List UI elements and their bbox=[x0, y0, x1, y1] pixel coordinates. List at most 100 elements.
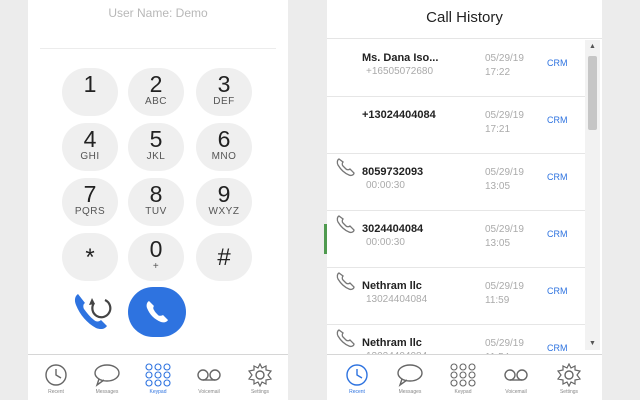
tab-label: Settings bbox=[559, 389, 579, 395]
voicemail-icon bbox=[183, 363, 235, 387]
key-digit: 2 bbox=[149, 71, 163, 97]
tab-label: Recent bbox=[48, 389, 64, 395]
key-digit: 3 bbox=[217, 71, 231, 97]
scroll-up-arrow-icon[interactable]: ▲ bbox=[589, 43, 596, 50]
voicemail-icon bbox=[490, 363, 542, 387]
call-history-title: Call History bbox=[327, 0, 602, 39]
key-4[interactable]: 4 GHI bbox=[62, 123, 118, 171]
key-hash[interactable]: # bbox=[196, 233, 252, 281]
crm-link[interactable]: CRM bbox=[547, 343, 568, 353]
call-timestamp: 05/29/19 11:59 bbox=[485, 280, 524, 308]
keypad-icon bbox=[132, 363, 184, 387]
key-0[interactable]: 0 + bbox=[128, 233, 184, 281]
tab-label: Keypad bbox=[454, 389, 472, 395]
tab-label: Recent bbox=[349, 389, 365, 395]
crm-link[interactable]: CRM bbox=[547, 58, 568, 68]
tab-voicemail[interactable]: Voicemail bbox=[183, 355, 235, 400]
crm-link[interactable]: CRM bbox=[547, 286, 568, 296]
key-2[interactable]: 2 ABC bbox=[128, 68, 184, 116]
call-history-panel: Call History Ms. Dana Iso... +16505072680… bbox=[327, 0, 602, 400]
contact-name: 3024404084 bbox=[362, 223, 424, 235]
key-7[interactable]: 7 PQRS bbox=[62, 178, 118, 226]
key-letters: PQRS bbox=[74, 206, 106, 217]
key-9[interactable]: 9 WXYZ bbox=[196, 178, 252, 226]
key-digit: 7 bbox=[83, 181, 97, 207]
call-date: 05/29/19 bbox=[485, 53, 524, 64]
phone-outline-icon bbox=[336, 272, 355, 291]
contact-name: +13024404084 bbox=[362, 109, 436, 121]
call-time: 13:05 bbox=[485, 238, 511, 249]
crm-link[interactable]: CRM bbox=[547, 115, 568, 125]
key-digit: 4 bbox=[83, 126, 97, 152]
scrollbar[interactable]: ▲ ▼ bbox=[585, 40, 600, 350]
scrollbar-thumb[interactable] bbox=[588, 56, 597, 130]
gear-icon bbox=[543, 363, 595, 387]
key-3[interactable]: 3 DEF bbox=[196, 68, 252, 116]
contact-detail: +16505072680 bbox=[366, 66, 434, 77]
history-row[interactable]: 3024404084 00:00:30 05/29/19 13:05 CRM bbox=[327, 211, 585, 268]
call-time: 17:22 bbox=[485, 67, 511, 78]
key-digit: * bbox=[85, 244, 95, 271]
history-row[interactable]: 8059732093 00:00:30 05/29/19 13:05 CRM bbox=[327, 154, 585, 211]
history-row[interactable]: Ms. Dana Iso... +16505072680 05/29/19 17:22… bbox=[327, 40, 585, 97]
username-label: User Name: Demo bbox=[108, 6, 208, 20]
tab-settings[interactable]: Settings bbox=[234, 355, 286, 400]
gear-icon bbox=[234, 363, 286, 387]
phone-icon bbox=[146, 301, 168, 323]
key-1[interactable]: 1 bbox=[62, 68, 118, 116]
call-date: 05/29/19 bbox=[485, 338, 524, 349]
key-6[interactable]: 6 MNO bbox=[196, 123, 252, 171]
call-timestamp: 05/29/19 17:21 bbox=[485, 109, 524, 137]
clock-icon bbox=[331, 363, 383, 387]
tab-recent[interactable]: Recent bbox=[30, 355, 82, 400]
call-time: 13:05 bbox=[485, 181, 511, 192]
key-letters: MNO bbox=[211, 151, 237, 162]
contact-detail: 00:00:30 bbox=[366, 237, 405, 248]
scroll-down-arrow-icon[interactable]: ▼ bbox=[589, 340, 596, 347]
number-display bbox=[40, 48, 276, 49]
tab-messages[interactable]: Messages bbox=[384, 355, 436, 400]
right-tab-bar: Recent Messages Keypad Voicemail Settings bbox=[327, 354, 602, 400]
tab-label: Voicemail bbox=[198, 389, 220, 395]
crm-link[interactable]: CRM bbox=[547, 172, 568, 182]
tab-label: Messages bbox=[398, 389, 422, 395]
key-digit: 6 bbox=[217, 126, 231, 152]
key-letters: WXYZ bbox=[208, 206, 240, 217]
call-date: 05/29/19 bbox=[485, 281, 524, 292]
contact-name: Nethram llc bbox=[362, 337, 422, 349]
key-5[interactable]: 5 JKL bbox=[128, 123, 184, 171]
key-letters: + bbox=[152, 261, 160, 272]
key-star[interactable]: * bbox=[62, 233, 118, 281]
tab-messages[interactable]: Messages bbox=[81, 355, 133, 400]
contact-name: 8059732093 bbox=[362, 166, 424, 178]
tab-voicemail[interactable]: Voicemail bbox=[490, 355, 542, 400]
tab-keypad[interactable]: Keypad bbox=[437, 355, 489, 400]
left-tab-bar: Recent Messages Keypad Voicemail Settings bbox=[28, 354, 288, 400]
call-time: 11:59 bbox=[485, 295, 510, 306]
key-digit: 1 bbox=[83, 71, 97, 97]
contact-name: Ms. Dana Iso... bbox=[362, 52, 439, 64]
chat-bubble-icon bbox=[384, 363, 436, 387]
call-timestamp: 05/29/19 13:05 bbox=[485, 166, 524, 194]
key-digit: 5 bbox=[149, 126, 163, 152]
phone-outline-icon bbox=[336, 215, 355, 234]
tab-recent[interactable]: Recent bbox=[331, 355, 383, 400]
history-row[interactable]: +13024404084 05/29/19 17:21 CRM bbox=[327, 97, 585, 154]
tab-keypad[interactable]: Keypad bbox=[132, 355, 184, 400]
call-button[interactable] bbox=[128, 287, 186, 337]
contact-detail: 00:00:30 bbox=[366, 180, 405, 191]
key-8[interactable]: 8 TUV bbox=[128, 178, 184, 226]
key-digit: # bbox=[217, 244, 231, 271]
key-digit: 8 bbox=[149, 181, 163, 207]
key-digit: 0 bbox=[149, 236, 163, 262]
key-letters: TUV bbox=[145, 206, 167, 217]
call-time: 17:21 bbox=[485, 124, 511, 135]
history-row[interactable]: Nethram llc 13024404084 05/29/19 11:59 CRM bbox=[327, 268, 585, 325]
call-date: 05/29/19 bbox=[485, 167, 524, 178]
tab-settings[interactable]: Settings bbox=[543, 355, 595, 400]
redial-icon[interactable] bbox=[72, 290, 114, 334]
contact-detail: 13024404084 bbox=[366, 294, 428, 305]
crm-link[interactable]: CRM bbox=[547, 229, 568, 239]
chat-bubble-icon bbox=[81, 363, 133, 387]
phone-outline-icon bbox=[336, 158, 355, 177]
